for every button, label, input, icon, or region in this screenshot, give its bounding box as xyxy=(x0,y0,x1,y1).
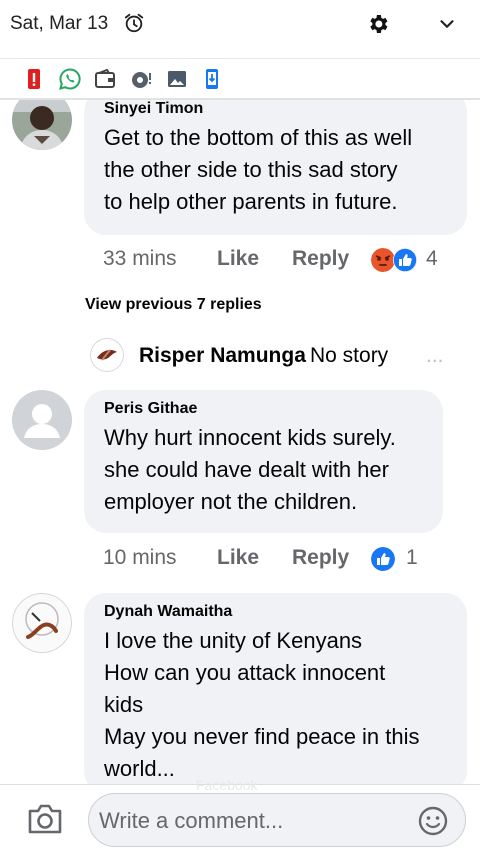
notification-icons-row xyxy=(0,58,480,100)
reaction-count[interactable]: 1 xyxy=(406,546,418,570)
alarm-icon xyxy=(124,13,144,33)
watermark: Facebook xyxy=(196,777,258,793)
reply-button[interactable]: Reply xyxy=(292,546,349,570)
comment-input-placeholder[interactable]: Write a comment... xyxy=(99,808,283,834)
reply-button[interactable]: Reply xyxy=(292,247,349,271)
status-date: Sat, Mar 13 xyxy=(10,13,109,34)
comments-list: Sinyei Timon Get to the bottom of this a… xyxy=(0,100,480,784)
comment-composer: Facebook Write a comment... xyxy=(0,777,480,854)
gear-icon[interactable] xyxy=(366,12,390,36)
camera-icon[interactable] xyxy=(26,802,64,836)
angry-reaction-icon[interactable] xyxy=(371,248,395,272)
like-button[interactable]: Like xyxy=(217,247,259,271)
comment-bubble[interactable]: Dynah Wamaitha I love the unity of Kenya… xyxy=(84,593,467,784)
emoji-icon[interactable] xyxy=(417,805,449,837)
avatar[interactable] xyxy=(90,338,124,372)
image-icon xyxy=(168,71,186,87)
avatar[interactable] xyxy=(12,100,72,150)
reply-text: No story xyxy=(310,344,389,367)
comment-author[interactable]: Dynah Wamaitha xyxy=(104,603,447,621)
whatsapp-icon xyxy=(59,68,81,90)
comment-time: 10 mins xyxy=(103,546,177,569)
reply-author[interactable]: Risper Namunga xyxy=(139,344,306,368)
phone-download-icon xyxy=(206,69,218,89)
comment-author[interactable]: Peris Githae xyxy=(104,400,423,418)
comment-input[interactable]: Write a comment... xyxy=(88,793,466,847)
reply-ellipsis: ... xyxy=(426,344,444,367)
comment-text: I love the unity of Kenyans How can you … xyxy=(104,628,420,781)
wallet-icon xyxy=(95,68,115,88)
avatar[interactable] xyxy=(12,390,72,450)
comment-text: Why hurt innocent kids surely. she could… xyxy=(104,425,396,514)
camera-badge-icon xyxy=(132,72,151,88)
battery-alert-icon xyxy=(28,69,40,89)
chevron-down-icon[interactable] xyxy=(436,13,458,35)
avatar[interactable] xyxy=(12,593,72,653)
comment-time: 33 mins xyxy=(103,247,177,270)
reaction-count[interactable]: 4 xyxy=(426,247,438,271)
comment-text: Get to the bottom of this as well the ot… xyxy=(104,125,413,214)
comment-actions: 10 mins Like Reply 1 xyxy=(103,546,443,576)
like-button[interactable]: Like xyxy=(217,546,259,570)
reply-preview[interactable]: Risper Namunga No story ... xyxy=(90,338,470,374)
comment-bubble[interactable]: Peris Githae Why hurt innocent kids sure… xyxy=(84,390,443,533)
like-reaction-icon[interactable] xyxy=(371,547,395,571)
like-reaction-icon[interactable] xyxy=(393,248,417,272)
status-bar: Sat, Mar 13 xyxy=(0,0,480,50)
comment-actions: 33 mins Like Reply 4 xyxy=(103,247,463,277)
view-previous-replies-link[interactable]: View previous 7 replies xyxy=(85,296,262,314)
comment-bubble[interactable]: Sinyei Timon Get to the bottom of this a… xyxy=(84,100,467,235)
comment-author[interactable]: Sinyei Timon xyxy=(104,100,447,118)
